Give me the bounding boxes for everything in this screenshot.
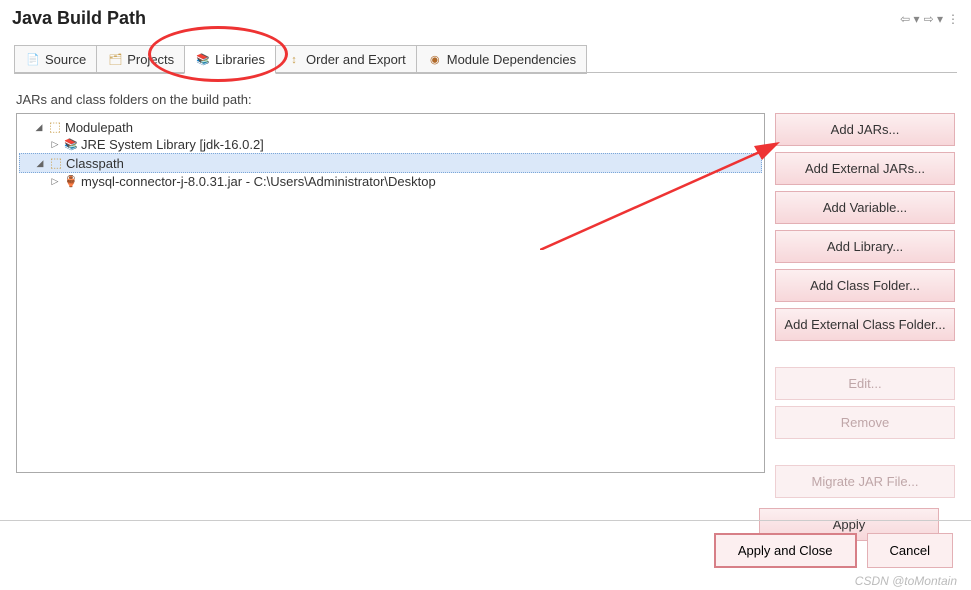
expand-icon[interactable]: ▷	[49, 139, 61, 150]
forward-icon[interactable]: ⇨ ▾	[924, 12, 943, 26]
watermark-text: CSDN @toMontain	[855, 574, 957, 588]
cancel-button[interactable]: Cancel	[867, 533, 953, 568]
library-icon: 📚	[63, 138, 79, 151]
tab-libraries-label: Libraries	[215, 52, 265, 67]
tab-bar: 📄 Source 🗂 Projects 📚 Libraries ↕ Order …	[14, 45, 971, 74]
tab-module-label: Module Dependencies	[447, 52, 576, 67]
collapse-icon[interactable]: ◢	[34, 158, 46, 169]
tree-label: mysql-connector-j-8.0.31.jar - C:\Users\…	[81, 174, 436, 189]
collapse-icon[interactable]: ◢	[33, 122, 45, 133]
tab-order[interactable]: ↕ Order and Export	[275, 45, 417, 74]
tab-projects[interactable]: 🗂 Projects	[96, 45, 185, 74]
description-label: JARs and class folders on the build path…	[16, 92, 955, 107]
tree-node-classpath[interactable]: ◢ ⬚ Classpath	[19, 153, 762, 173]
expand-icon[interactable]: ▷	[49, 176, 61, 187]
tab-order-label: Order and Export	[306, 52, 406, 67]
add-class-folder-button[interactable]: Add Class Folder...	[775, 269, 955, 302]
edit-button: Edit...	[775, 367, 955, 400]
tree-node-mysql-jar[interactable]: ▷ 🏺 mysql-connector-j-8.0.31.jar - C:\Us…	[19, 173, 762, 190]
projects-icon: 🗂	[107, 53, 123, 66]
tree-label: Classpath	[66, 156, 124, 171]
tab-projects-label: Projects	[127, 52, 174, 67]
modulepath-icon: ⬚	[47, 119, 63, 135]
menu-icon[interactable]: ⋮	[947, 12, 959, 26]
tree-node-jre[interactable]: ▷ 📚 JRE System Library [jdk-16.0.2]	[19, 136, 762, 153]
side-button-column: Add JARs... Add External JARs... Add Var…	[775, 113, 955, 498]
apply-and-close-button[interactable]: Apply and Close	[714, 533, 857, 568]
tree-label: Modulepath	[65, 120, 133, 135]
build-path-tree[interactable]: ◢ ⬚ Modulepath ▷ 📚 JRE System Library [j…	[16, 113, 765, 473]
jar-icon: 🏺	[63, 175, 79, 188]
header-nav-icons: ⇦ ▾ ⇨ ▾ ⋮	[900, 12, 959, 26]
back-icon[interactable]: ⇦ ▾	[900, 12, 919, 26]
tab-source-label: Source	[45, 52, 86, 67]
migrate-jar-button: Migrate JAR File...	[775, 465, 955, 498]
tree-label: JRE System Library [jdk-16.0.2]	[81, 137, 264, 152]
source-icon: 📄	[25, 53, 41, 66]
remove-button: Remove	[775, 406, 955, 439]
add-variable-button[interactable]: Add Variable...	[775, 191, 955, 224]
add-external-jars-button[interactable]: Add External JARs...	[775, 152, 955, 185]
module-icon: ◉	[427, 53, 443, 66]
tree-node-modulepath[interactable]: ◢ ⬚ Modulepath	[19, 118, 762, 136]
add-jars-button[interactable]: Add JARs...	[775, 113, 955, 146]
order-icon: ↕	[286, 54, 302, 66]
libraries-icon: 📚	[195, 53, 211, 66]
classpath-icon: ⬚	[48, 155, 64, 171]
tab-source[interactable]: 📄 Source	[14, 45, 97, 74]
dialog-footer: Apply and Close Cancel	[0, 520, 971, 580]
page-title: Java Build Path	[12, 8, 146, 29]
add-library-button[interactable]: Add Library...	[775, 230, 955, 263]
add-external-class-folder-button[interactable]: Add External Class Folder...	[775, 308, 955, 341]
tab-module[interactable]: ◉ Module Dependencies	[416, 45, 587, 74]
tab-libraries[interactable]: 📚 Libraries	[184, 45, 276, 74]
